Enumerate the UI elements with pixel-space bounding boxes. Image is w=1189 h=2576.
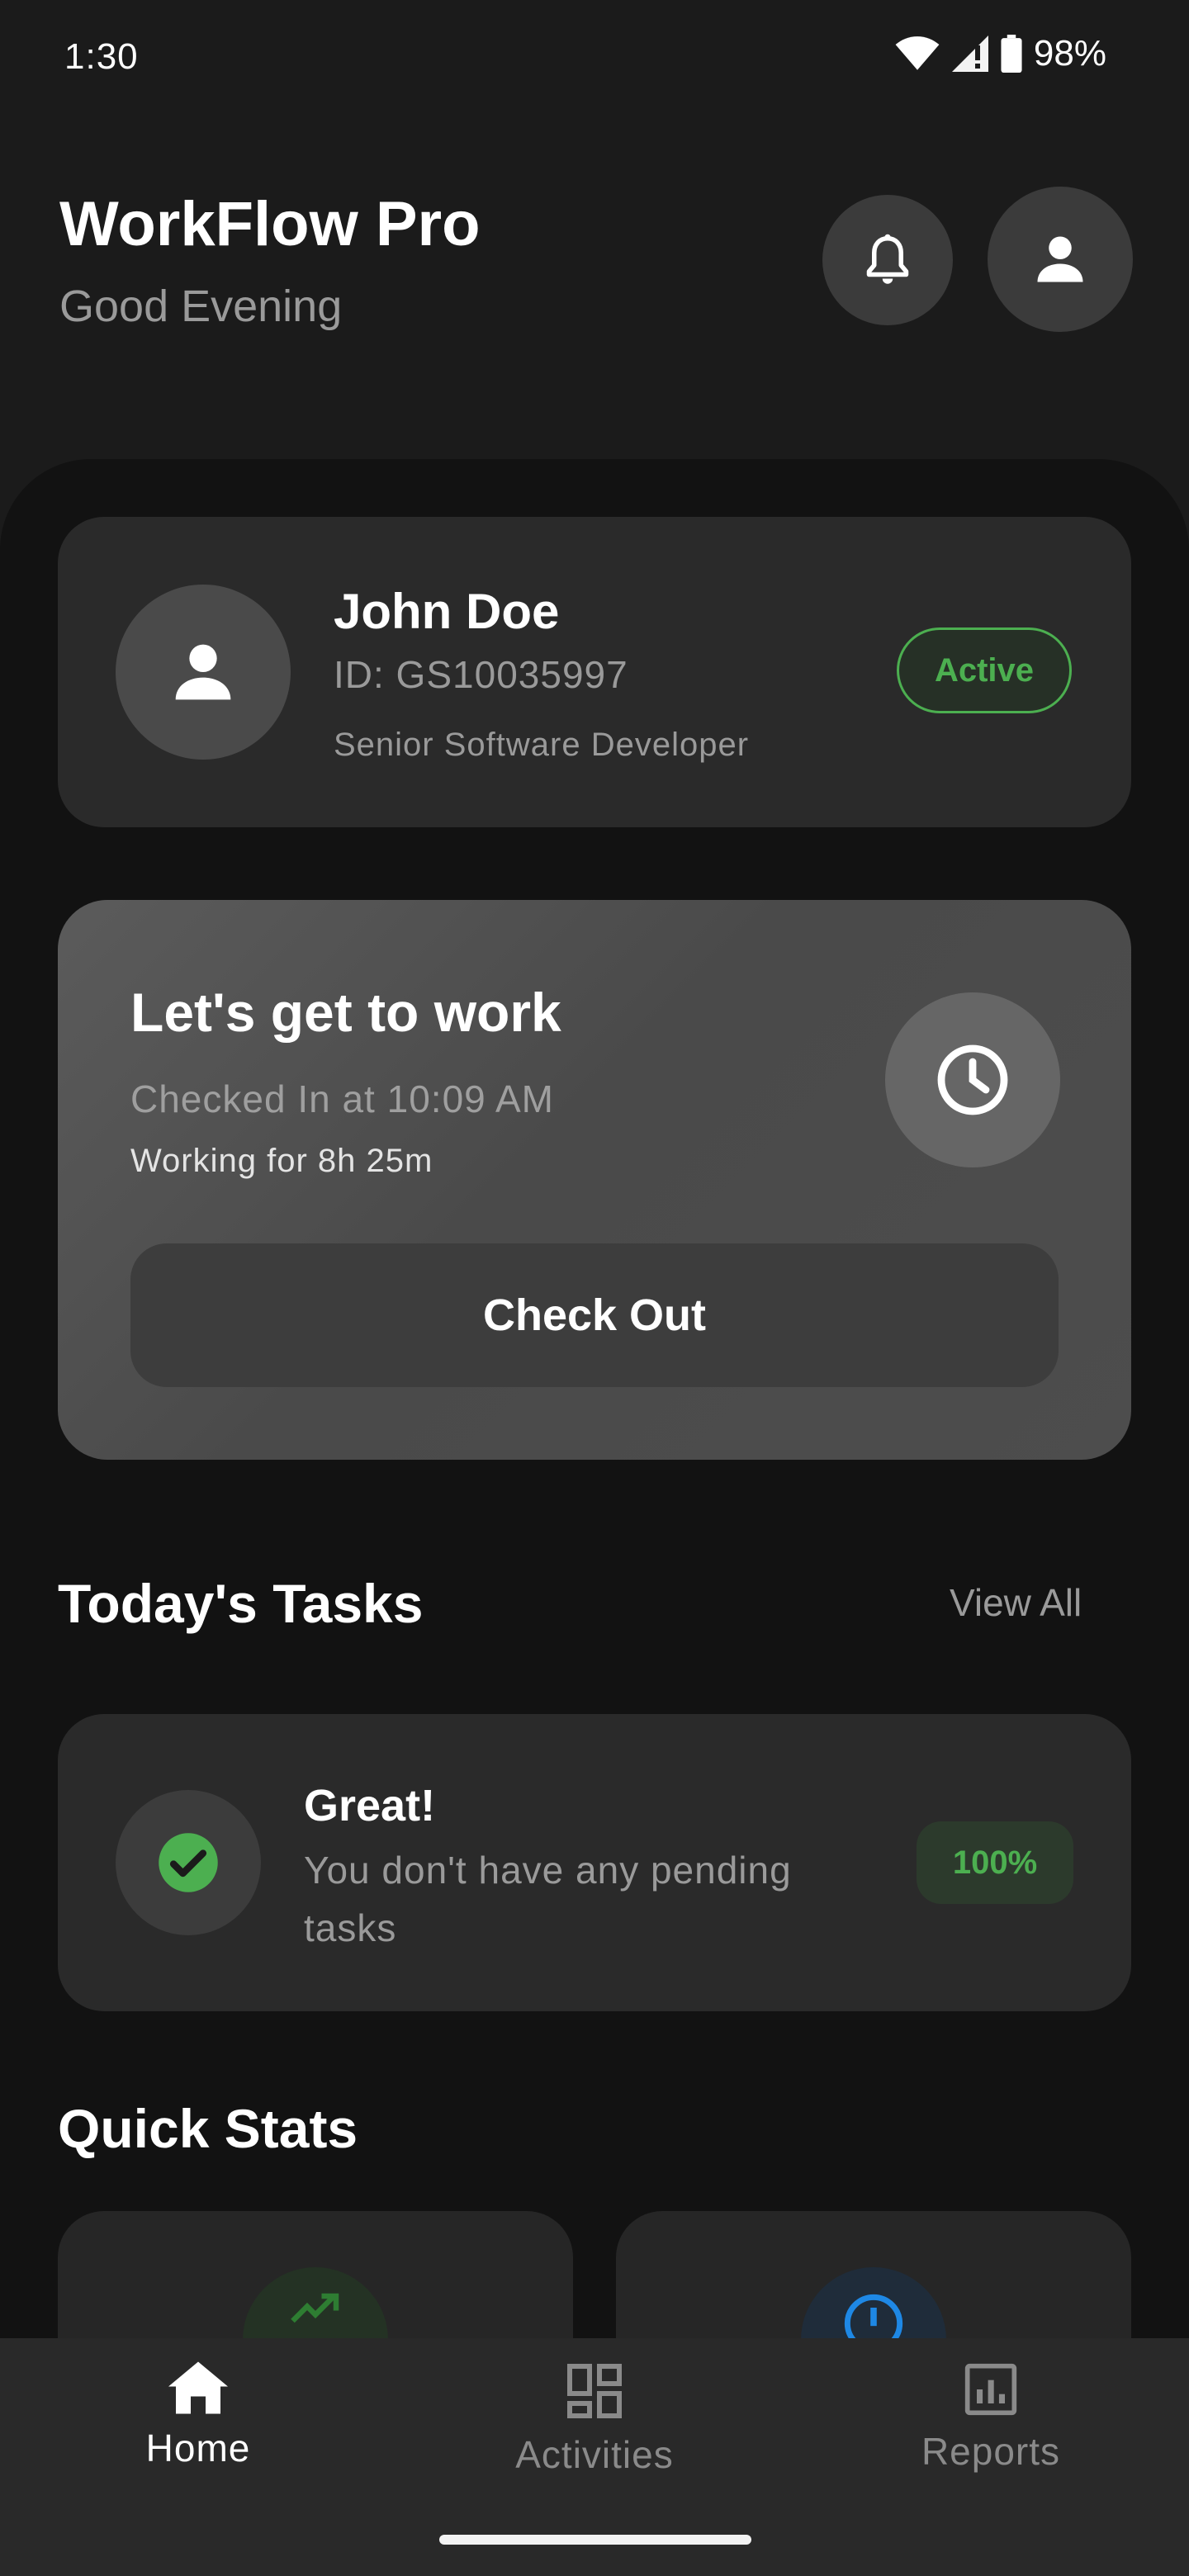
view-all-link[interactable]: View All (950, 1580, 1082, 1625)
nav-item-activities[interactable]: Activities (471, 2361, 718, 2477)
check-out-button[interactable]: Check Out (130, 1243, 1059, 1387)
profile-button[interactable] (988, 187, 1133, 332)
working-duration: Working for 8h 25m (130, 1143, 433, 1179)
task-message: You don't have any pending tasks (304, 1849, 792, 1949)
nav-label-home: Home (145, 2427, 251, 2469)
signal-icon (951, 36, 988, 72)
home-icon (168, 2361, 228, 2414)
nav-item-home[interactable]: Home (74, 2361, 322, 2470)
check-circle-icon (159, 1833, 218, 1892)
stats-section-title: Quick Stats (58, 2098, 358, 2159)
battery-icon (1001, 35, 1022, 73)
person-icon (1037, 236, 1083, 282)
bell-icon (866, 234, 909, 284)
task-heading: Great! (304, 1781, 436, 1830)
battery-percent: 98% (1033, 33, 1106, 73)
grid-icon (567, 2364, 622, 2418)
nav-label-activities: Activities (515, 2433, 674, 2476)
status-time: 1:30 (64, 36, 139, 77)
nav-item-reports[interactable]: Reports (867, 2361, 1115, 2474)
clock-icon (937, 1044, 1008, 1115)
home-indicator[interactable] (439, 2535, 751, 2545)
trending-up-icon (291, 2293, 339, 2323)
attendance-title: Let's get to work (130, 982, 561, 1043)
avatar (116, 585, 291, 760)
bar-chart-icon (964, 2363, 1017, 2416)
task-status-badge (116, 1790, 261, 1935)
employee-role: Senior Software Developer (334, 727, 750, 763)
employee-name: John Doe (334, 584, 560, 639)
status-badge: Active (897, 627, 1072, 713)
checkin-time: Checked In at 10:09 AM (130, 1077, 554, 1120)
clock-badge (885, 992, 1060, 1167)
wifi-icon (895, 36, 940, 70)
greeting-text: Good Evening (59, 282, 343, 331)
app-title: WorkFlow Pro (59, 189, 481, 259)
nav-label-reports: Reports (921, 2430, 1061, 2473)
status-icons: 98% (895, 33, 1106, 74)
employee-id: ID: GS10035997 (334, 653, 628, 696)
notifications-button[interactable] (822, 195, 953, 325)
task-progress-badge: 100% (917, 1821, 1073, 1904)
tasks-section-title: Today's Tasks (58, 1573, 424, 1634)
person-icon (175, 644, 231, 700)
